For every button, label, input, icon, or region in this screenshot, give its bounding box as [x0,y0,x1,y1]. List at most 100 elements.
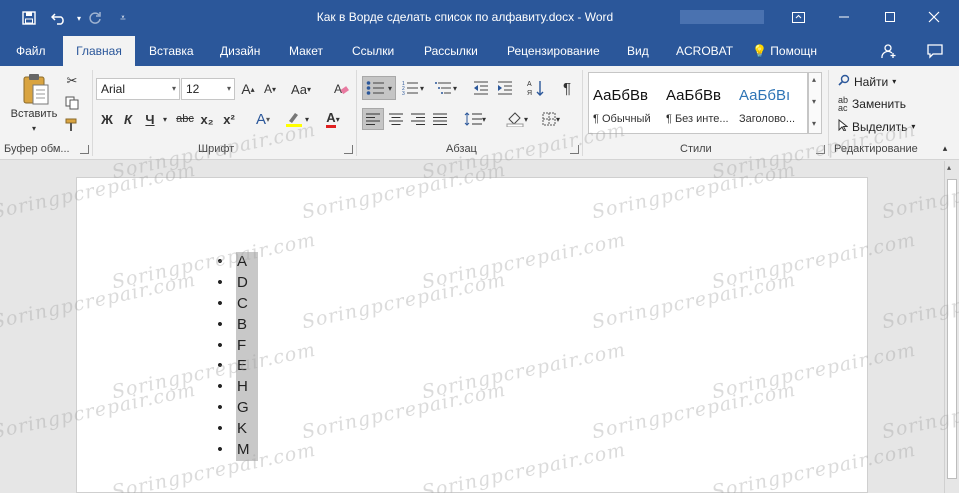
window-title: Как в Ворде сделать список по алфавиту.d… [316,10,614,24]
strikethrough-button[interactable]: abc [174,108,196,130]
numbering-icon[interactable]: 1 2 3 ▾ [398,76,428,100]
collapse-ribbon-icon[interactable]: ▴ [938,142,952,154]
show-marks-icon[interactable]: ¶ [556,76,578,100]
bullet-icon: • [217,378,223,396]
style-name: ¶ Без инте... [666,113,729,125]
subscript-button[interactable]: x₂ [198,108,216,130]
shading-icon[interactable]: ▾ [502,108,532,130]
comments-icon[interactable] [922,40,948,62]
cut-icon[interactable]: ✂ [62,72,82,90]
tab-view[interactable]: Вид [627,36,649,66]
underline-dropdown-icon[interactable]: ▾ [159,108,171,130]
list-item-text: K [236,419,258,441]
clear-formatting-icon[interactable]: A [330,78,352,100]
more-styles-icon[interactable]: ▾ [812,119,816,128]
font-launcher-icon[interactable] [344,145,353,154]
replace-button[interactable]: ab ac Заменить [838,96,906,113]
tab-design[interactable]: Дизайн [220,36,260,66]
vertical-scrollbar[interactable]: ▴ [944,161,959,493]
list-item-text: E [236,356,258,378]
list-item-text: A [236,252,258,273]
list-item-text: H [236,377,258,399]
list-item-text: D [236,272,258,294]
tab-mailings[interactable]: Рассылки [424,36,478,66]
multilevel-list-icon[interactable]: ▾ [430,76,462,100]
tell-me-box[interactable]: 💡 Помощн [752,36,817,66]
styles-scroll: ▴ ▾ ▾ [808,72,822,134]
styles-launcher-icon[interactable] [816,145,825,154]
paste-button[interactable]: Вставить [6,106,62,122]
tab-file[interactable]: Файл [16,36,46,66]
highlight-color-icon[interactable]: ▾ [282,108,312,130]
minimize-icon[interactable] [824,4,864,30]
ribbon-home: Вставить ▾ ✂ Буфер обм... Arial ▾ 12 ▾ A ▴ … [0,66,959,160]
close-icon[interactable] [914,4,954,30]
clipboard-launcher-icon[interactable] [80,145,89,154]
bullet-icon: • [217,336,223,354]
paste-dropdown-icon[interactable]: ▾ [26,122,42,134]
increase-indent-icon[interactable] [494,76,516,100]
style-name: ¶ Обычный [593,113,651,125]
title-bar: ▾ ⩡ Как в Ворде сделать список по алфави… [0,0,959,36]
customize-icon[interactable]: ⩡ [110,7,136,29]
paragraph-launcher-icon[interactable] [570,145,579,154]
tab-insert[interactable]: Вставка [149,36,194,66]
bold-button[interactable]: Ж [98,108,116,130]
cursor-icon [838,118,849,134]
find-button[interactable]: Найти ▾ [838,74,896,89]
select-button[interactable]: Выделить ▾ [838,118,915,134]
tab-layout[interactable]: Макет [289,36,323,66]
chevron-down-icon: ▾ [892,77,897,86]
share-icon[interactable] [876,40,902,62]
justify-icon[interactable] [430,108,450,130]
line-spacing-icon[interactable]: ▾ [460,108,490,130]
tab-acrobat[interactable]: ACROBAT [676,36,733,66]
scroll-thumb[interactable] [947,179,957,479]
shrink-font-icon[interactable]: A ▾ [260,78,280,100]
font-color-icon[interactable]: A ▾ [318,108,348,130]
superscript-button[interactable]: x² [220,108,238,130]
style-normal[interactable]: АаБбВв ¶ Обычный [589,73,661,133]
chevron-down-icon[interactable]: ▾ [812,97,816,106]
font-size-combo[interactable]: 12 ▾ [181,78,235,100]
style-heading[interactable]: АаБбВı Заголово... [735,73,807,133]
paste-icon[interactable] [16,70,56,108]
tab-review[interactable]: Рецензирование [507,36,600,66]
text-effects-icon[interactable]: A ▾ [250,108,276,130]
grow-font-icon[interactable]: A ▴ [238,78,258,100]
borders-icon[interactable]: ▾ [536,108,566,130]
sort-icon[interactable]: AЯ [524,76,548,100]
bullet-icon: • [217,399,223,417]
style-no-spacing[interactable]: АаБбВв ¶ Без инте... [662,73,734,133]
copy-icon[interactable] [62,94,82,112]
separator [356,70,357,156]
scroll-up-icon[interactable]: ▴ [947,163,951,172]
decrease-indent-icon[interactable] [470,76,492,100]
maximize-icon[interactable] [870,4,910,30]
align-left-icon[interactable] [362,108,384,130]
tab-references[interactable]: Ссылки [352,36,394,66]
document-area: • A • D • C • B • F • E • H • G • K • M [0,161,944,493]
bullets-icon[interactable]: ▾ [362,76,396,100]
format-painter-icon[interactable] [62,116,82,134]
bullet-icon: • [217,420,223,438]
tab-home[interactable]: Главная [63,36,135,66]
svg-text:Я: Я [527,90,532,97]
change-case-icon[interactable]: Aa ▾ [288,78,314,100]
redo-icon[interactable] [82,7,108,29]
font-name-combo[interactable]: Arial ▾ [96,78,180,100]
bullet-icon: • [217,273,223,291]
chevron-up-icon[interactable]: ▴ [812,75,816,84]
account-name-redacted[interactable] [680,10,764,24]
save-icon[interactable] [16,7,42,29]
italic-button[interactable]: К [119,108,137,130]
clipboard-group-label: Буфер обм... [4,143,70,155]
document-page[interactable]: • A • D • C • B • F • E • H • G • K • M [76,177,868,493]
align-center-icon[interactable] [386,108,406,130]
svg-text:3: 3 [402,91,405,96]
underline-button[interactable]: Ч [141,108,159,130]
font-name-value: Arial [101,82,126,96]
ribbon-display-icon[interactable] [778,4,818,30]
svg-text:A: A [334,82,342,96]
align-right-icon[interactable] [408,108,428,130]
